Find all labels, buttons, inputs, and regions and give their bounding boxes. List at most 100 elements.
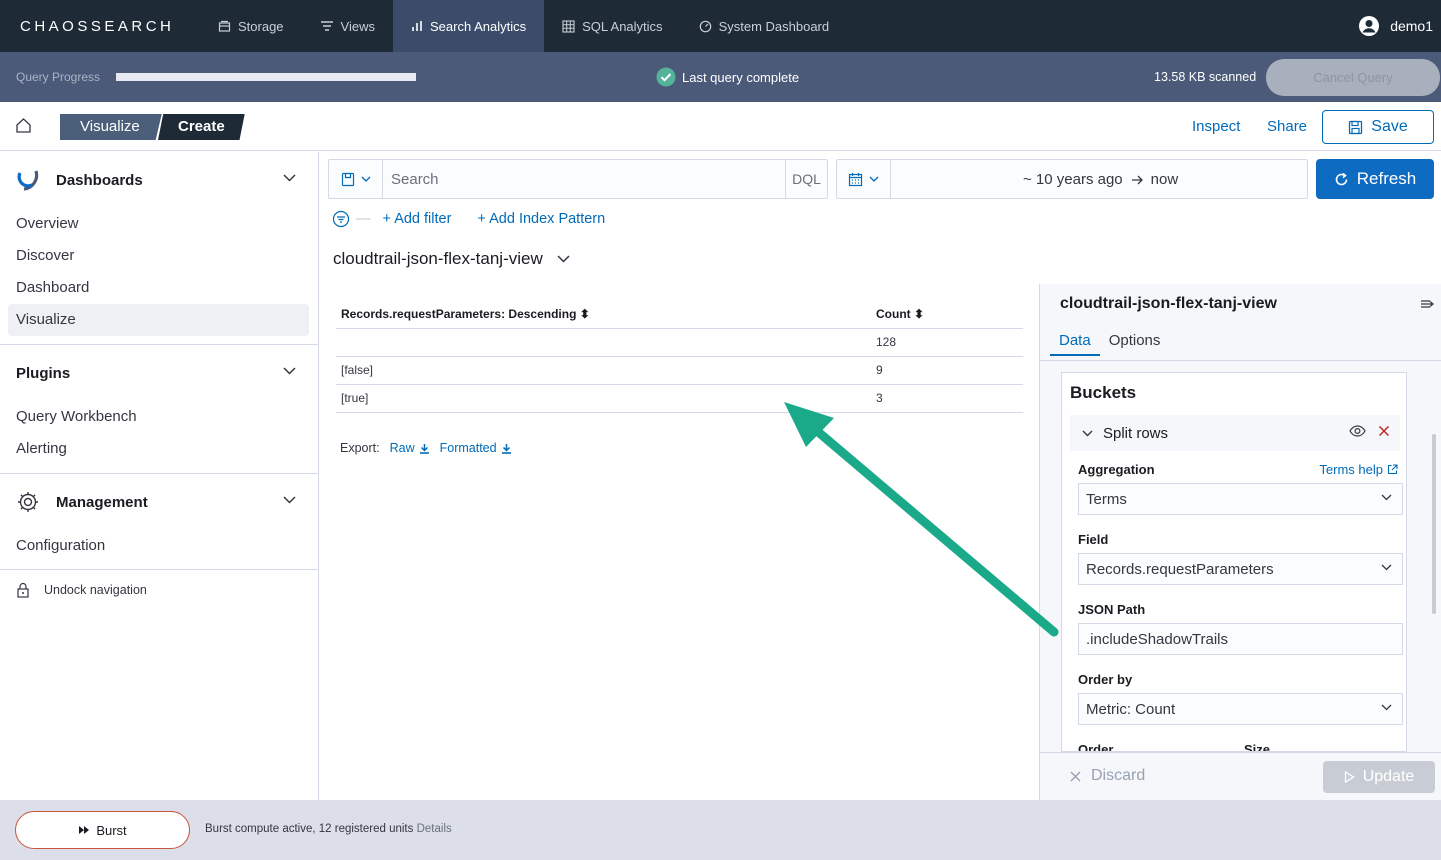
refresh-button[interactable]: Refresh	[1316, 159, 1434, 199]
eye-icon[interactable]	[1349, 425, 1366, 437]
nav-group-header-plugins[interactable]: Plugins	[0, 353, 318, 393]
discard-button[interactable]: Discard	[1070, 767, 1145, 785]
chevron-down-icon[interactable]	[283, 367, 296, 375]
filter-menu-icon[interactable]	[332, 210, 350, 228]
user-menu[interactable]: demo1	[1358, 0, 1433, 52]
aggregation-select[interactable]: Terms	[1078, 483, 1403, 515]
nav-tab-views[interactable]: Views	[302, 0, 393, 52]
save-button[interactable]: Save	[1322, 110, 1434, 144]
table-cell: 3	[871, 384, 1023, 413]
editor-footer: Discard Update	[1040, 752, 1441, 800]
split-rows-header[interactable]: Split rows	[1070, 415, 1400, 451]
cancel-query-button[interactable]: Cancel Query	[1266, 59, 1440, 96]
home-icon[interactable]	[15, 117, 32, 134]
json-path-value: .includeShadowTrails	[1086, 630, 1229, 648]
tab-divider	[1040, 360, 1441, 361]
nav-item-configuration[interactable]: Configuration	[0, 530, 318, 562]
chevron-down-icon[interactable]	[1082, 430, 1093, 437]
add-index-pattern-button[interactable]: + Add Index Pattern	[477, 211, 605, 227]
date-start[interactable]: ~ 10 years ago	[1023, 171, 1123, 188]
discard-label: Discard	[1091, 767, 1146, 784]
share-link[interactable]: Share	[1267, 118, 1307, 135]
check-circle-icon	[656, 67, 676, 87]
nav-divider	[0, 344, 318, 345]
nav-group-header-dashboards[interactable]: Dashboards	[0, 160, 318, 200]
nav-tab-sql-analytics[interactable]: SQL Analytics	[544, 0, 680, 52]
date-range[interactable]: ~ 10 years ago now	[1023, 171, 1178, 188]
tab-options[interactable]: Options	[1100, 328, 1170, 356]
export-formatted-link[interactable]: Formatted	[440, 441, 512, 455]
export-controls: Export: Raw Formatted	[340, 441, 512, 455]
saved-query-button[interactable]	[329, 160, 383, 198]
chevron-down-icon	[361, 176, 370, 182]
visualization-panel: Records.requestParameters: Descending ⬍ …	[321, 284, 1037, 800]
split-rows-label: Split rows	[1103, 424, 1169, 442]
query-language-toggle[interactable]: DQL	[785, 160, 827, 198]
column-header-request-parameters[interactable]: Records.requestParameters: Descending ⬍	[336, 300, 871, 329]
table-cell	[336, 328, 871, 357]
editor-tabs: Data Options	[1050, 328, 1169, 356]
undock-navigation[interactable]: Undock navigation	[16, 582, 147, 598]
collapse-editor-icon[interactable]	[1420, 298, 1434, 310]
burst-details-link[interactable]: Details	[417, 823, 452, 835]
terms-help-link[interactable]: Terms help	[1319, 462, 1398, 477]
editor-scrollbar[interactable]	[1432, 434, 1436, 614]
update-button[interactable]: Update	[1323, 761, 1435, 793]
close-icon	[1070, 771, 1081, 781]
inspect-link[interactable]: Inspect	[1192, 118, 1240, 135]
nav-group-header-management[interactable]: Management	[0, 482, 318, 522]
column-header-count[interactable]: Count ⬍	[871, 300, 1023, 329]
nav-item-alerting[interactable]: Alerting	[0, 433, 318, 465]
table-cell: 128	[871, 328, 1023, 357]
search-input[interactable]	[383, 160, 785, 198]
nav-tab-search-analytics[interactable]: Search Analytics	[393, 0, 545, 52]
query-progress-track	[116, 73, 416, 81]
buckets-panel: Buckets Split rows Aggregation Terms hel…	[1061, 372, 1407, 752]
field-label: Field	[1078, 532, 1109, 547]
export-label: Export:	[340, 441, 380, 455]
nav-group-title: Dashboards	[56, 171, 143, 189]
breadcrumb-visualize[interactable]: Visualize	[60, 114, 162, 140]
nav-item-discover[interactable]: Discover	[0, 240, 318, 272]
nav-item-visualize[interactable]: Visualize	[8, 304, 309, 336]
nav-tab-storage[interactable]: Storage	[200, 0, 302, 52]
quick-date-menu-button[interactable]	[837, 160, 891, 198]
query-progress-label: Query Progress	[16, 70, 101, 84]
nav-group-title: Plugins	[16, 364, 71, 382]
field-select[interactable]: Records.requestParameters	[1078, 553, 1403, 585]
storage-icon	[218, 20, 231, 32]
export-raw-link[interactable]: Raw	[390, 441, 430, 455]
chevron-down-icon	[1381, 704, 1392, 711]
nav-divider	[0, 569, 318, 570]
nav-tab-label: System Dashboard	[718, 18, 830, 34]
dashboard-icon	[699, 20, 711, 32]
json-path-input[interactable]: .includeShadowTrails	[1078, 623, 1403, 655]
table-cell: 9	[871, 356, 1023, 385]
breadcrumb-create: Create	[158, 114, 245, 140]
chevron-down-icon[interactable]	[283, 174, 296, 182]
date-end[interactable]: now	[1151, 171, 1179, 188]
table-row: [false] 9	[336, 356, 1023, 385]
nav-item-overview[interactable]: Overview	[0, 208, 318, 240]
order-by-select[interactable]: Metric: Count	[1078, 693, 1403, 725]
bar-chart-icon	[412, 21, 422, 31]
play-icon	[1344, 771, 1355, 783]
chevron-down-icon[interactable]	[283, 496, 296, 504]
index-pattern-selector[interactable]: cloudtrail-json-flex-tanj-view	[333, 249, 570, 269]
order-label: Order	[1078, 742, 1114, 752]
table-cell: [false]	[336, 356, 871, 385]
close-icon[interactable]	[1378, 425, 1390, 437]
chaossearch-logo[interactable]: CHAOSSEARCH	[0, 18, 200, 35]
nav-item-query-workbench[interactable]: Query Workbench	[0, 401, 318, 433]
tab-data[interactable]: Data	[1050, 328, 1100, 356]
saved-query-icon	[341, 172, 354, 186]
chevron-down-icon	[1381, 494, 1392, 501]
add-filter-button[interactable]: + Add filter	[383, 211, 452, 227]
save-icon	[1349, 120, 1363, 134]
nav-item-dashboard[interactable]: Dashboard	[0, 272, 318, 304]
fast-forward-icon	[79, 826, 90, 834]
burst-status-bar: Burst Burst compute active, 12 registere…	[0, 800, 1441, 860]
burst-button[interactable]: Burst	[15, 811, 190, 849]
nav-group-management: Management Configuration	[0, 482, 318, 562]
nav-tab-system-dashboard[interactable]: System Dashboard	[681, 0, 848, 52]
